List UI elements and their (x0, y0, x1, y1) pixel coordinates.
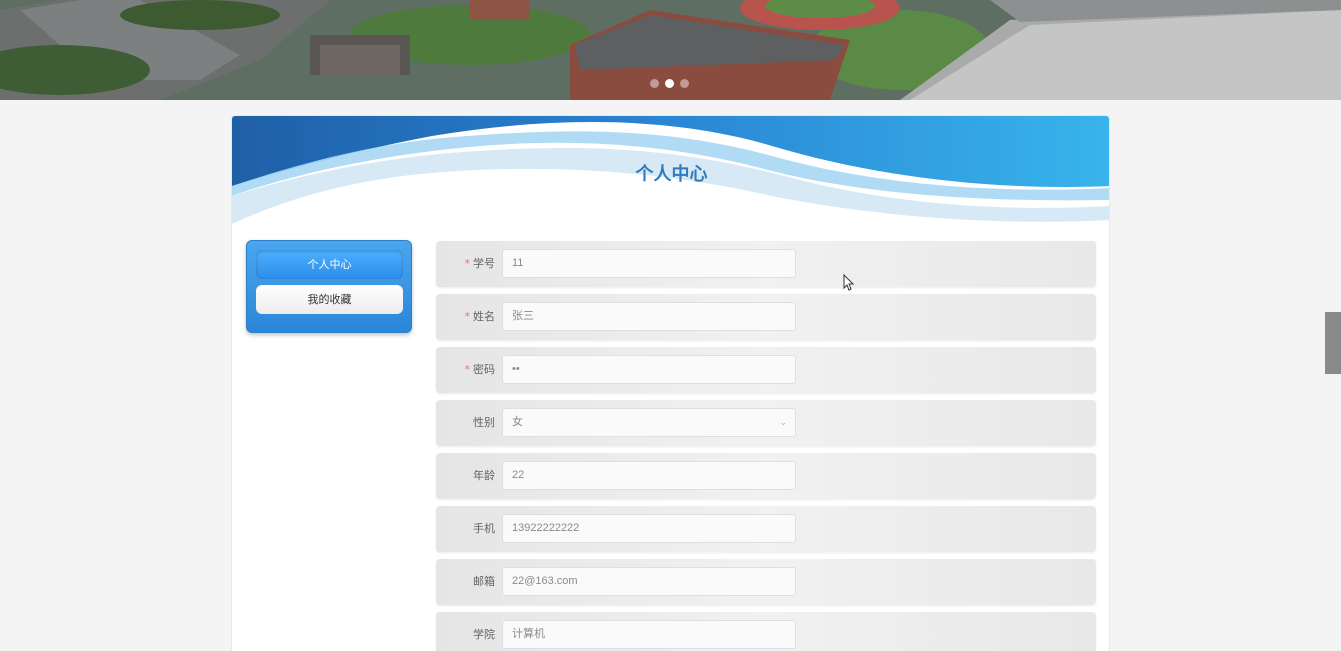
field-label: 邮箱 (473, 575, 495, 588)
side-float-tab[interactable] (1325, 312, 1341, 374)
required-mark: * (464, 363, 471, 376)
gender-select-value: 女 (512, 416, 523, 428)
field-label: 学院 (473, 628, 495, 641)
required-mark: * (464, 257, 471, 270)
carousel-dot[interactable] (680, 79, 689, 88)
hero-banner (0, 0, 1341, 100)
age-input[interactable]: 22 (502, 461, 796, 490)
carousel-indicator (650, 79, 689, 88)
carousel-dot-active[interactable] (665, 79, 674, 88)
menu-item-favorites[interactable]: 我的收藏 (256, 285, 403, 314)
card-header: 个人中心 (232, 116, 1109, 226)
form-row-name: * 姓名 张三 (436, 294, 1096, 340)
field-label: * 学号 (464, 257, 496, 270)
form-row-college: 学院 计算机 (436, 612, 1096, 651)
profile-card: 个人中心 个人中心 我的收藏 * 学号 11 * 姓名 张三 * 密码 •• 性别 女… (231, 115, 1110, 651)
email-input[interactable]: 22@163.com (502, 567, 796, 596)
gender-select[interactable]: 女 ⌄ (502, 408, 796, 437)
profile-menu: 个人中心 我的收藏 (246, 240, 412, 333)
chevron-down-icon: ⌄ (779, 417, 787, 427)
field-label: * 密码 (464, 363, 496, 376)
form-row-gender: 性别 女 ⌄ (436, 400, 1096, 446)
menu-item-profile[interactable]: 个人中心 (256, 250, 403, 279)
phone-input[interactable]: 13922222222 (502, 514, 796, 543)
page-title: 个人中心 (635, 164, 708, 185)
password-input[interactable]: •• (502, 355, 796, 384)
required-mark: * (464, 310, 471, 323)
field-label: * 姓名 (464, 310, 496, 323)
form-row-phone: 手机 13922222222 (436, 506, 1096, 552)
form-row-email: 邮箱 22@163.com (436, 559, 1096, 605)
college-input[interactable]: 计算机 (502, 620, 796, 649)
student-id-input[interactable]: 11 (502, 249, 796, 278)
form-row-password: * 密码 •• (436, 347, 1096, 393)
field-label: 手机 (473, 522, 495, 535)
mouse-cursor-icon (843, 274, 855, 291)
field-label: 年龄 (473, 469, 495, 482)
name-input[interactable]: 张三 (502, 302, 796, 331)
form-row-age: 年龄 22 (436, 453, 1096, 499)
form-row-student-id: * 学号 11 (436, 241, 1096, 287)
field-label: 性别 (473, 416, 495, 429)
carousel-dot[interactable] (650, 79, 659, 88)
